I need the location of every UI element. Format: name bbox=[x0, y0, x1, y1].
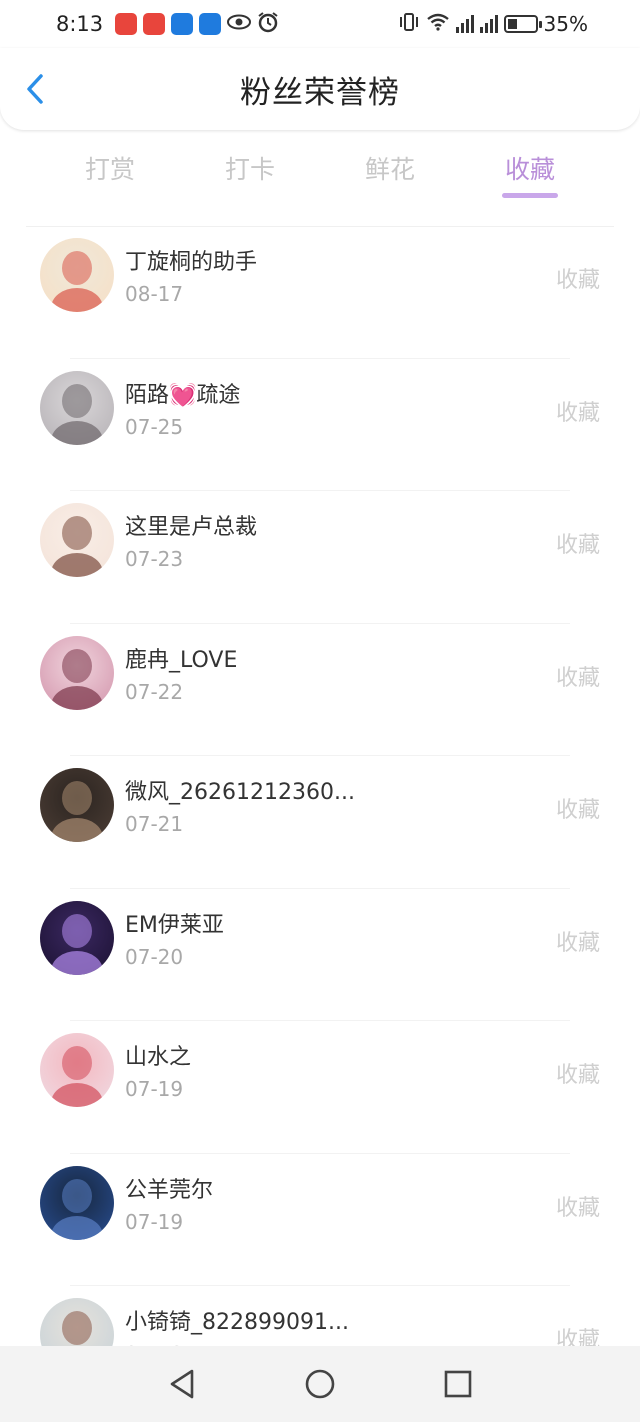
battery-fill bbox=[507, 19, 517, 29]
list-item[interactable]: 山水之 07-19 收藏 bbox=[0, 1021, 640, 1154]
status-time: 8:13 bbox=[56, 12, 104, 36]
fan-date: 07-20 bbox=[125, 944, 184, 969]
tab-0[interactable]: 打赏 bbox=[50, 150, 170, 200]
collect-label: 收藏 bbox=[555, 268, 600, 293]
list-item[interactable]: 陌路💓疏途 07-25 收藏 bbox=[0, 359, 640, 491]
tab-label: 收藏 bbox=[504, 155, 555, 184]
alarm-icon bbox=[257, 11, 279, 38]
page-title: 粉丝荣誉榜 bbox=[240, 74, 400, 111]
tab-bar: 打赏 打卡 鲜花 收藏 bbox=[0, 150, 640, 208]
avatar[interactable] bbox=[40, 635, 114, 710]
list-item[interactable]: 公羊莞尔 07-19 收藏 bbox=[0, 1154, 640, 1286]
recents-square-icon bbox=[444, 1370, 472, 1398]
list-item[interactable]: EM伊莱亚 07-20 收藏 bbox=[0, 889, 640, 1021]
fan-name: 小锜锜_822899091... bbox=[125, 1310, 349, 1335]
fan-name: 这里是卢总裁 bbox=[125, 515, 258, 540]
system-nav-bar bbox=[0, 1346, 640, 1422]
tab-label: 打卡 bbox=[224, 155, 275, 184]
app-badge-icon bbox=[115, 13, 138, 35]
nav-back-button[interactable] bbox=[162, 1364, 202, 1404]
back-triangle-icon bbox=[170, 1369, 194, 1399]
fan-name: EM伊莱亚 bbox=[125, 912, 224, 938]
status-left: 8:13 bbox=[56, 11, 279, 38]
wifi-icon bbox=[426, 13, 450, 36]
fan-name: 微风_26261212360... bbox=[125, 780, 355, 805]
collect-label: 收藏 bbox=[555, 1195, 600, 1221]
fan-list: 丁旋桐的助手 08-17 收藏 陌路💓疏途 07-25 收藏 这里是卢总裁 07-23 收藏 鹿冉… bbox=[0, 226, 640, 1346]
fan-name: 公羊莞尔 bbox=[125, 1177, 214, 1203]
collect-label: 收藏 bbox=[555, 400, 600, 426]
list-item[interactable]: 鹿冉_LOVE 07-22 收藏 bbox=[0, 624, 640, 756]
tab-3[interactable]: 收藏 bbox=[470, 150, 590, 200]
fan-name: 陌路💓疏途 bbox=[125, 382, 241, 408]
fan-date: 07-21 bbox=[125, 812, 184, 836]
fan-date: 08-17 bbox=[125, 282, 184, 306]
avatar[interactable] bbox=[40, 1033, 114, 1107]
fan-name: 山水之 bbox=[125, 1045, 192, 1070]
status-bar: 8:13 35% bbox=[0, 0, 640, 48]
collect-label: 收藏 bbox=[555, 1328, 600, 1346]
eye-icon bbox=[227, 13, 252, 35]
collect-label: 收藏 bbox=[555, 1063, 600, 1088]
avatar[interactable] bbox=[40, 768, 114, 842]
vibrate-icon bbox=[398, 12, 420, 37]
nav-recents-button[interactable] bbox=[438, 1364, 478, 1404]
chevron-left-icon bbox=[27, 74, 43, 104]
fan-date: 07-19 bbox=[125, 1077, 184, 1101]
signal-icon bbox=[479, 15, 498, 33]
tab-active-indicator bbox=[502, 193, 558, 198]
screen: 8:13 35% 粉丝荣誉榜 打赏 打卡 鲜花 收藏 丁旋桐的助手 08-17 … bbox=[0, 0, 640, 1422]
fan-date: 07-23 bbox=[125, 547, 184, 571]
fan-date: 07-19 bbox=[125, 1209, 184, 1234]
collect-label: 收藏 bbox=[555, 533, 600, 558]
list-item[interactable]: 丁旋桐的助手 08-17 收藏 bbox=[0, 226, 640, 359]
tab-2[interactable]: 鲜花 bbox=[330, 150, 450, 200]
collect-label: 收藏 bbox=[555, 665, 600, 691]
back-button[interactable] bbox=[20, 74, 50, 104]
signal-icon bbox=[455, 15, 474, 33]
home-circle-icon bbox=[305, 1369, 335, 1399]
collect-label: 收藏 bbox=[555, 930, 600, 956]
avatar[interactable] bbox=[40, 370, 114, 445]
avatar[interactable] bbox=[40, 503, 114, 577]
fan-date: 07-25 bbox=[125, 414, 184, 439]
list-item[interactable]: 微风_26261212360... 07-21 收藏 bbox=[0, 756, 640, 889]
battery-percent: 35% bbox=[543, 12, 588, 36]
header: 粉丝荣誉榜 bbox=[0, 48, 640, 130]
collect-label: 收藏 bbox=[555, 798, 600, 823]
tab-label: 打赏 bbox=[84, 155, 135, 184]
nav-home-button[interactable] bbox=[300, 1364, 340, 1404]
fan-date: 07-22 bbox=[125, 679, 184, 704]
avatar[interactable] bbox=[40, 1298, 114, 1346]
avatar[interactable] bbox=[40, 900, 114, 975]
status-right: 35% bbox=[398, 12, 588, 37]
avatar[interactable] bbox=[40, 1165, 114, 1240]
avatar[interactable] bbox=[40, 238, 114, 312]
fan-name: 丁旋桐的助手 bbox=[125, 250, 258, 275]
weather-app-icon bbox=[171, 13, 194, 35]
tab-label: 鲜花 bbox=[364, 155, 415, 184]
app-badge-icon bbox=[143, 13, 166, 35]
fan-name: 鹿冉_LOVE bbox=[125, 647, 238, 673]
list-item[interactable]: 这里是卢总裁 07-23 收藏 bbox=[0, 491, 640, 624]
list-item[interactable]: 小锜锜_822899091...07-18收藏 bbox=[0, 1286, 640, 1346]
battery-icon bbox=[503, 15, 542, 33]
tab-1[interactable]: 打卡 bbox=[190, 150, 310, 200]
lightbulb-app-icon bbox=[199, 13, 222, 35]
